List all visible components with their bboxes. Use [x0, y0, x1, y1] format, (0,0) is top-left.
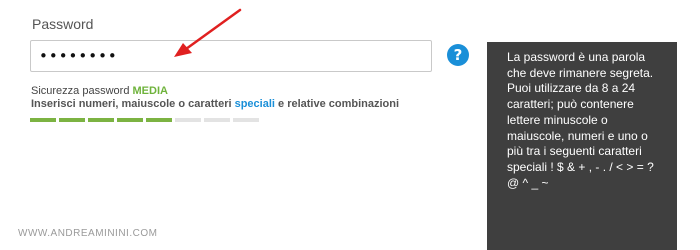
red-arrow-icon [174, 8, 242, 57]
